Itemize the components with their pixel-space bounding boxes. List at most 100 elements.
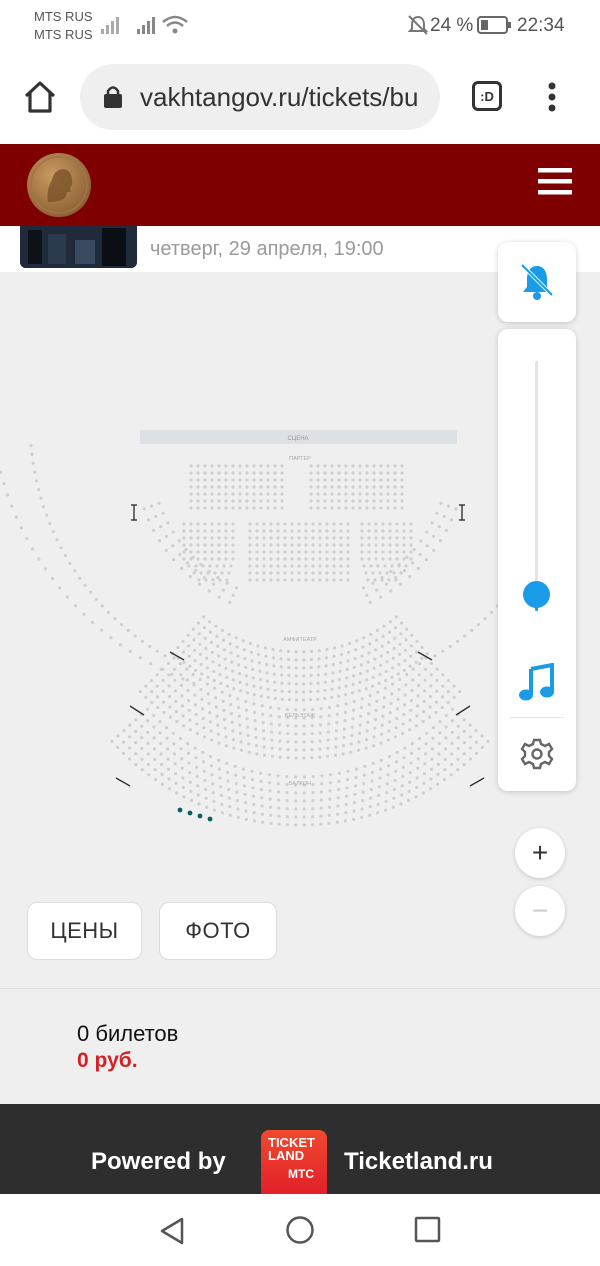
seat[interactable] xyxy=(217,536,221,540)
seat[interactable] xyxy=(199,563,203,567)
seat[interactable] xyxy=(417,683,421,688)
seat[interactable] xyxy=(202,735,207,739)
seat[interactable] xyxy=(172,656,176,660)
seat[interactable] xyxy=(212,808,216,812)
seat[interactable] xyxy=(224,666,228,670)
seat[interactable] xyxy=(203,471,207,475)
seat[interactable] xyxy=(177,539,181,543)
seat[interactable] xyxy=(361,586,365,590)
seat[interactable] xyxy=(228,805,232,809)
seat[interactable] xyxy=(140,757,144,761)
seat[interactable] xyxy=(339,571,343,575)
seat[interactable] xyxy=(277,822,281,826)
seat[interactable] xyxy=(262,522,266,526)
seat[interactable] xyxy=(29,443,33,448)
seat[interactable] xyxy=(271,647,275,652)
seat[interactable] xyxy=(134,752,138,756)
seat[interactable] xyxy=(196,621,200,625)
seat[interactable] xyxy=(278,739,282,743)
seat[interactable] xyxy=(325,754,330,758)
seat[interactable] xyxy=(174,710,178,714)
seat[interactable] xyxy=(33,470,37,474)
seat[interactable] xyxy=(318,543,322,547)
seat[interactable] xyxy=(346,550,350,554)
seat[interactable] xyxy=(251,794,255,798)
seat[interactable] xyxy=(239,740,243,744)
seat[interactable] xyxy=(187,644,191,648)
seat[interactable] xyxy=(334,745,338,749)
music-note-icon[interactable] xyxy=(518,663,556,703)
seat[interactable] xyxy=(237,663,241,667)
seat[interactable] xyxy=(214,696,218,700)
seat[interactable] xyxy=(337,779,341,783)
seat[interactable] xyxy=(397,652,402,656)
seat[interactable] xyxy=(351,708,356,712)
seat[interactable] xyxy=(287,658,291,662)
seat[interactable] xyxy=(470,628,474,632)
seat[interactable] xyxy=(323,478,327,482)
seat[interactable] xyxy=(360,522,364,526)
seat[interactable] xyxy=(272,672,276,676)
seat[interactable] xyxy=(311,529,315,533)
seat[interactable] xyxy=(387,764,391,768)
seat[interactable] xyxy=(318,731,322,735)
seat[interactable] xyxy=(197,582,202,586)
seat[interactable] xyxy=(310,649,314,654)
seat[interactable] xyxy=(423,689,427,693)
seat[interactable] xyxy=(326,730,330,734)
seat[interactable] xyxy=(332,550,336,554)
seat[interactable] xyxy=(140,746,144,751)
seat[interactable] xyxy=(235,799,239,803)
seat[interactable] xyxy=(381,536,385,540)
seat[interactable] xyxy=(276,550,280,554)
seat[interactable] xyxy=(224,464,228,468)
seat[interactable] xyxy=(440,695,445,699)
seat[interactable] xyxy=(304,571,308,575)
seat[interactable] xyxy=(420,645,424,650)
seat[interactable] xyxy=(175,791,179,795)
seat[interactable] xyxy=(185,667,189,671)
seat[interactable] xyxy=(325,564,329,568)
seat[interactable] xyxy=(358,672,363,676)
seat[interactable] xyxy=(371,581,375,585)
seat[interactable] xyxy=(146,752,150,756)
seat[interactable] xyxy=(389,701,393,705)
seat[interactable] xyxy=(316,697,320,701)
seat[interactable] xyxy=(310,748,314,752)
seat[interactable] xyxy=(211,660,215,664)
seat[interactable] xyxy=(346,529,350,533)
seat[interactable] xyxy=(337,471,341,475)
seat[interactable] xyxy=(323,464,327,468)
seat[interactable] xyxy=(443,757,447,761)
seat[interactable] xyxy=(203,478,207,482)
tab-switcher-button[interactable]: :D xyxy=(472,81,502,111)
seat[interactable] xyxy=(164,726,169,730)
seat[interactable] xyxy=(422,710,426,714)
seat[interactable] xyxy=(346,536,350,540)
seat[interactable] xyxy=(337,492,341,496)
seat[interactable] xyxy=(186,751,190,755)
seat[interactable] xyxy=(159,752,163,756)
seat[interactable] xyxy=(388,550,392,554)
seat[interactable] xyxy=(175,719,179,724)
seat[interactable] xyxy=(259,771,263,775)
seat[interactable] xyxy=(229,651,233,655)
seat[interactable] xyxy=(227,632,231,636)
gear-icon[interactable] xyxy=(520,737,554,771)
seat[interactable] xyxy=(408,780,412,784)
seat[interactable] xyxy=(256,644,260,648)
seat[interactable] xyxy=(383,564,387,568)
seat[interactable] xyxy=(360,550,364,554)
seat[interactable] xyxy=(462,741,466,745)
seat[interactable] xyxy=(302,682,306,686)
seat[interactable] xyxy=(208,720,212,724)
seat[interactable] xyxy=(408,771,412,775)
seat[interactable] xyxy=(231,499,235,503)
seat[interactable] xyxy=(317,665,321,669)
seat[interactable] xyxy=(224,499,228,503)
seat[interactable] xyxy=(100,604,104,608)
seat[interactable] xyxy=(188,771,192,775)
seat[interactable] xyxy=(365,738,369,742)
seat[interactable] xyxy=(270,738,274,742)
seat[interactable] xyxy=(450,741,454,745)
